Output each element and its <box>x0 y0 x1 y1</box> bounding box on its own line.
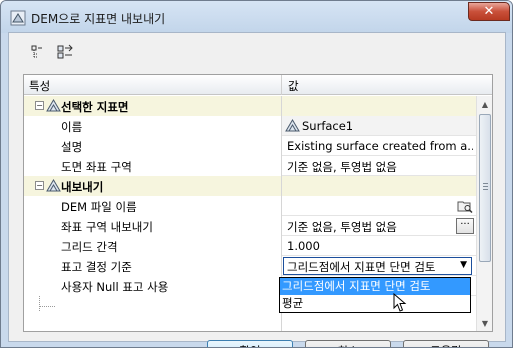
surface-icon <box>285 119 300 132</box>
property-label: 설명 <box>61 140 83 154</box>
property-value-cell: 그리드점에서 지표면 단면 검토 ▼ <box>282 256 476 276</box>
category-label: 내보내기 <box>61 180 104 194</box>
vertical-scrollbar[interactable]: ▲ ▼ <box>476 96 492 331</box>
property-label: 표고 결정 기준 <box>61 260 132 274</box>
collapse-icon[interactable]: − <box>35 101 44 110</box>
grip-line <box>483 189 488 190</box>
property-label: 도면 좌표 구역 <box>61 160 132 174</box>
scrollbar-thumb[interactable] <box>479 114 491 262</box>
column-divider[interactable] <box>281 75 282 95</box>
property-label: 그리드 간격 <box>61 240 118 254</box>
property-value: Existing surface created from a... <box>287 139 473 153</box>
grip-line <box>483 186 488 187</box>
help-button[interactable]: 도움말 <box>403 340 489 347</box>
surface-triangle-icon <box>46 179 61 192</box>
collapse-icon[interactable]: − <box>35 181 44 190</box>
window-title: DEM으로 지표면 내보내기 <box>31 12 166 26</box>
scroll-up-icon[interactable]: ▲ <box>478 97 492 112</box>
property-label: DEM 파일 이름 <box>61 200 137 214</box>
property-value-cell[interactable]: 1.000 <box>282 236 476 256</box>
property-value[interactable]: 1.000 <box>287 239 473 253</box>
category-value-cell <box>282 176 476 196</box>
property-row-drawing-zone[interactable]: 도면 좌표 구역 기준 없음, 투영법 없음 <box>24 156 476 176</box>
app-icon <box>10 10 26 26</box>
ellipsis-button[interactable]: ··· <box>456 218 474 234</box>
property-value-cell: Existing surface created from a... <box>282 136 476 156</box>
browse-folder-icon[interactable] <box>457 198 473 214</box>
property-row-grid-spacing[interactable]: 그리드 간격 1.000 <box>24 236 476 256</box>
property-row-dem-file-name[interactable]: DEM 파일 이름 <box>24 196 476 216</box>
select-value: 그리드점에서 지표면 단면 검토 <box>287 260 436 274</box>
property-label: 이름 <box>61 120 83 134</box>
mouse-cursor-icon <box>393 293 407 312</box>
close-icon: ✕ <box>483 4 495 19</box>
category-value-cell <box>282 96 476 116</box>
property-row-elevation-basis[interactable]: 표고 결정 기준 그리드점에서 지표면 단면 검토 ▼ <box>24 256 476 276</box>
property-value-cell: Surface1 <box>282 116 476 136</box>
cancel-button[interactable]: 취소 <box>305 340 391 347</box>
property-value: 기준 없음, 투영법 없음 <box>287 160 397 174</box>
column-header-property: 특성 <box>29 79 51 93</box>
property-value-cell: 기준 없음, 투영법 없음 <box>282 156 476 176</box>
alphabetical-view-icon[interactable] <box>55 42 77 62</box>
elevation-basis-dropdown-list: 그리드점에서 지표면 단면 검토 평균 <box>279 277 471 313</box>
column-header-value: 값 <box>288 79 299 93</box>
property-row-export-zone[interactable]: 좌표 구역 내보내기 기준 없음, 투영법 없음 ··· <box>24 216 476 236</box>
category-label: 선택한 지표면 <box>61 100 129 114</box>
chevron-down-icon[interactable]: ▼ <box>460 260 467 270</box>
category-row-export[interactable]: − 내보내기 <box>24 176 476 196</box>
property-label: 사용자 Null 표고 사용 <box>61 280 169 294</box>
dropdown-option[interactable]: 평균 <box>280 295 470 312</box>
close-button[interactable]: ✕ <box>468 2 510 21</box>
property-row-name[interactable]: 이름 Surface1 <box>24 116 476 136</box>
property-value-cell: 기준 없음, 투영법 없음 ··· <box>282 216 476 236</box>
tree-line <box>39 306 55 307</box>
property-value-cell[interactable] <box>282 196 476 216</box>
dropdown-option-selected[interactable]: 그리드점에서 지표면 단면 검토 <box>280 278 470 295</box>
category-name-cell: − 선택한 지표면 <box>24 96 281 116</box>
property-row-description[interactable]: 설명 Existing surface created from a... <box>24 136 476 156</box>
category-name-cell: − 내보내기 <box>24 176 281 196</box>
scroll-down-icon[interactable]: ▼ <box>478 316 492 331</box>
surface-triangle-icon <box>46 99 61 112</box>
property-value: Surface1 <box>302 119 354 133</box>
ok-button[interactable]: 확인 <box>207 340 293 347</box>
dialog-window: DEM으로 지표면 내보내기 ✕ 특성 값 − 선택한 지표면 이름 Surfa… <box>0 0 513 348</box>
property-label: 좌표 구역 내보내기 <box>61 220 153 234</box>
category-row-selected-surface[interactable]: − 선택한 지표면 <box>24 96 476 116</box>
property-value: 기준 없음, 투영법 없음 <box>287 220 397 234</box>
categorized-view-icon[interactable] <box>27 42 49 62</box>
grip-line <box>483 183 488 184</box>
grid-header: 특성 값 <box>24 75 492 95</box>
title-bar[interactable]: DEM으로 지표면 내보내기 ✕ <box>1 1 512 33</box>
elevation-basis-select[interactable]: 그리드점에서 지표면 단면 검토 ▼ <box>283 257 472 275</box>
